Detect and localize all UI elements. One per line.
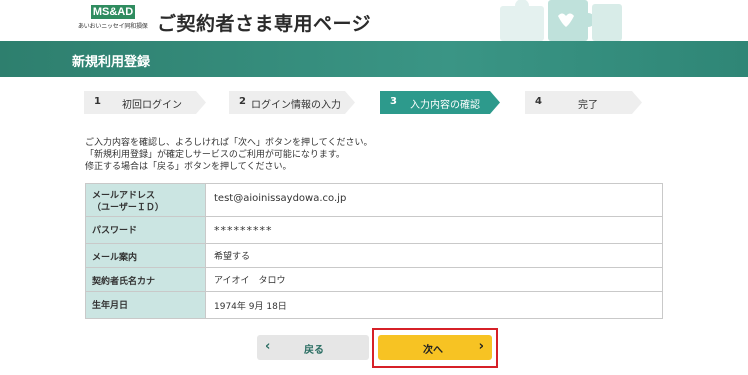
instruction-line: 「新規利用登録」が確定しサービスのご利用が可能になります。 bbox=[85, 150, 345, 160]
row-label: メールアドレス （ユーザーＩＤ） bbox=[85, 183, 206, 217]
logo-company-name: あいおいニッセイ同和損保 bbox=[78, 23, 148, 30]
progress-steps: 1 初回ログイン 2 ログイン情報の入力 3 入力内容の確認 4 完了 bbox=[84, 91, 644, 114]
step-number: 4 bbox=[535, 96, 542, 107]
row-label: パスワード bbox=[85, 216, 206, 244]
logo-mark: MS&AD bbox=[91, 5, 135, 19]
back-button[interactable]: ‹ 戻る bbox=[257, 335, 369, 360]
step-label: 入力内容の確認 bbox=[410, 100, 480, 111]
chevron-right-icon: › bbox=[478, 339, 484, 354]
row-label-line: メールアドレス bbox=[92, 191, 156, 201]
step-number: 1 bbox=[94, 96, 101, 107]
page-title: ご契約者さま専用ページ bbox=[157, 13, 372, 35]
row-value: 希望する bbox=[205, 243, 663, 268]
table-row-birthdate: 生年月日 1974年 9月 18日 bbox=[85, 291, 663, 319]
step-number: 2 bbox=[239, 96, 246, 107]
step-number: 3 bbox=[390, 96, 397, 107]
row-value: アイオイ タロウ bbox=[205, 267, 663, 292]
instruction-line: ご入力内容を確認し、よろしければ「次へ」ボタンを押してください。 bbox=[85, 138, 373, 148]
puzzle-decoration-icon bbox=[500, 0, 622, 41]
step-4: 4 完了 bbox=[525, 91, 642, 114]
company-logo[interactable]: MS&AD あいおいニッセイ同和損保 bbox=[78, 5, 148, 30]
back-button-label: 戻る bbox=[304, 345, 324, 356]
row-label: メール案内 bbox=[85, 243, 206, 268]
table-row-email: メールアドレス （ユーザーＩＤ） test@aioinissaydowa.co.… bbox=[85, 183, 663, 217]
row-label-line: （ユーザーＩＤ） bbox=[92, 203, 164, 213]
header: MS&AD あいおいニッセイ同和損保 ご契約者さま専用ページ bbox=[0, 0, 748, 41]
next-button-label: 次へ bbox=[423, 345, 443, 356]
step-3-current: 3 入力内容の確認 bbox=[380, 91, 500, 114]
step-label: 初回ログイン bbox=[122, 100, 182, 111]
row-label: 生年月日 bbox=[85, 291, 206, 319]
row-value: test@aioinissaydowa.co.jp bbox=[205, 183, 663, 217]
table-row-mail-notice: メール案内 希望する bbox=[85, 243, 663, 268]
chevron-left-icon: ‹ bbox=[265, 339, 271, 354]
row-value: ********* bbox=[205, 216, 663, 244]
instructions: ご入力内容を確認し、よろしければ「次へ」ボタンを押してください。 「新規利用登録… bbox=[85, 137, 372, 173]
step-2: 2 ログイン情報の入力 bbox=[229, 91, 355, 114]
row-label: 契約者氏名カナ bbox=[85, 267, 206, 292]
step-label: 完了 bbox=[578, 100, 598, 111]
next-button[interactable]: 次へ › bbox=[378, 335, 492, 360]
table-row-name-kana: 契約者氏名カナ アイオイ タロウ bbox=[85, 267, 663, 292]
confirmation-table: メールアドレス （ユーザーＩＤ） test@aioinissaydowa.co.… bbox=[85, 183, 663, 319]
table-row-password: パスワード ********* bbox=[85, 216, 663, 244]
row-value: 1974年 9月 18日 bbox=[205, 291, 663, 319]
step-label: ログイン情報の入力 bbox=[251, 100, 341, 111]
section-band: 新規利用登録 bbox=[0, 41, 748, 77]
step-1: 1 初回ログイン bbox=[84, 91, 206, 114]
instruction-line: 修正する場合は「戻る」ボタンを押してください。 bbox=[85, 162, 292, 172]
section-title: 新規利用登録 bbox=[72, 55, 151, 70]
